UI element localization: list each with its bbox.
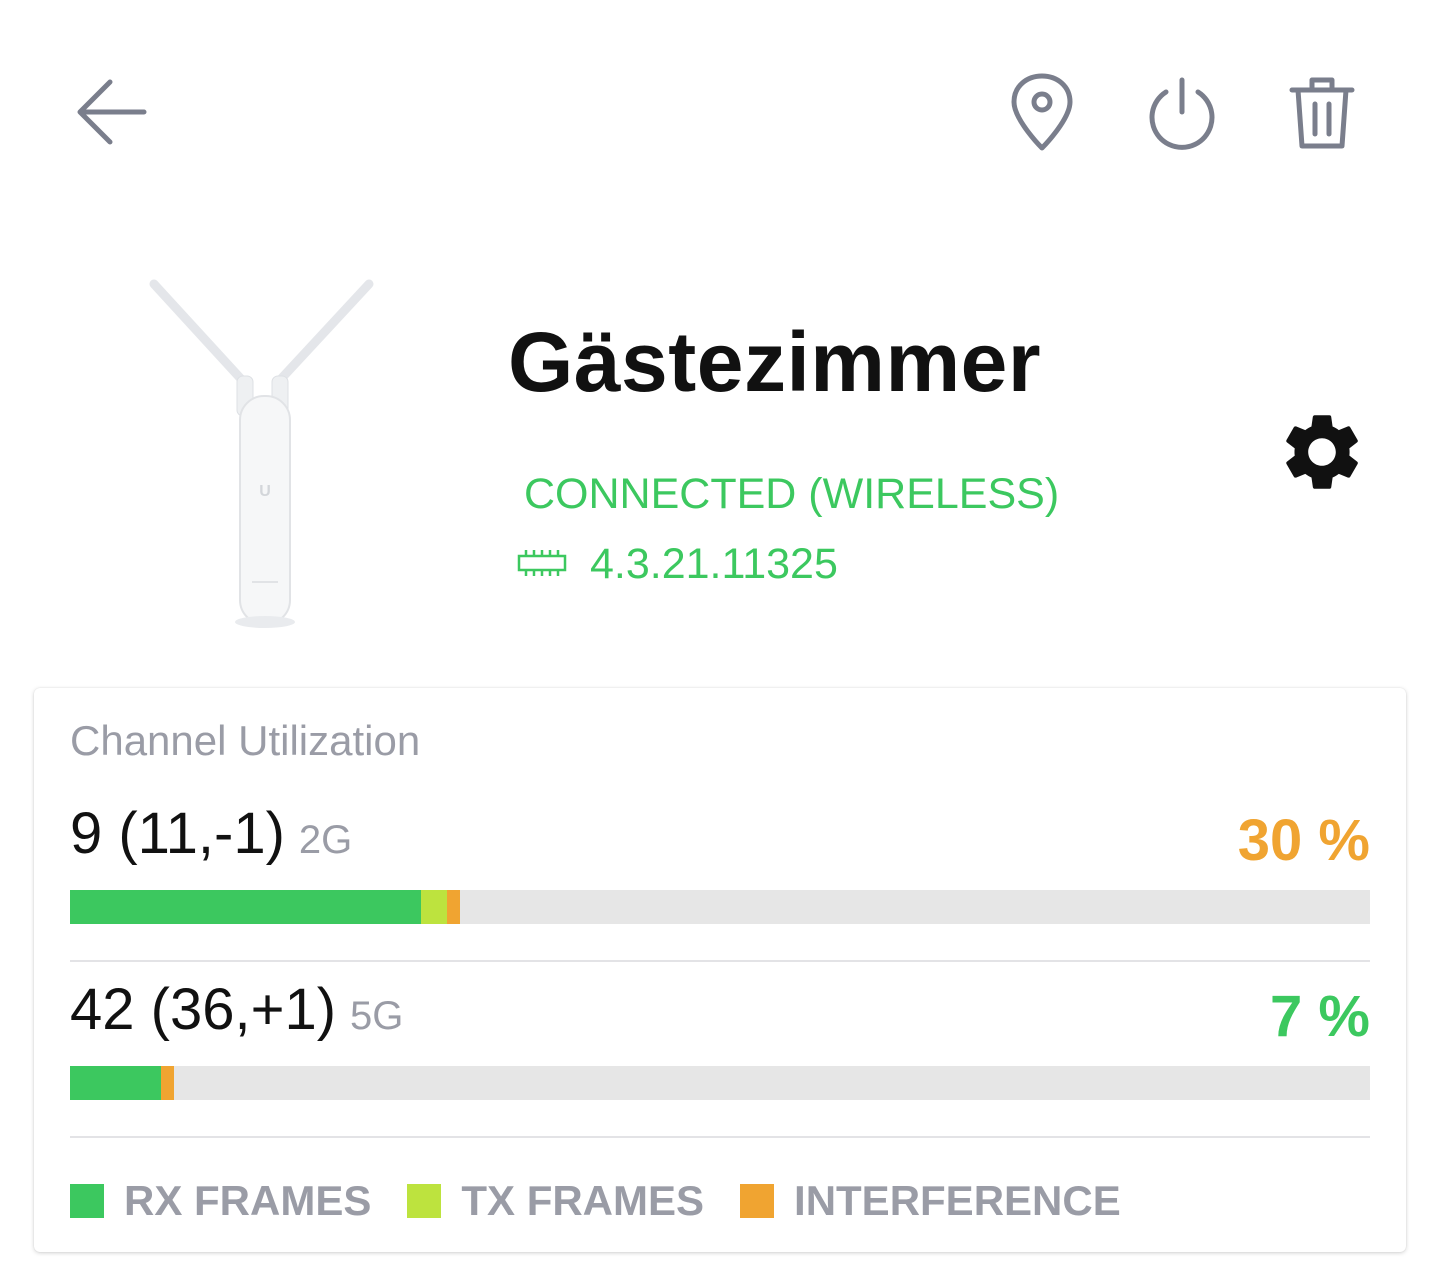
svg-text:U: U (259, 483, 271, 500)
trash-icon (1289, 77, 1355, 149)
utilization-bar (70, 890, 1370, 924)
legend-item-interference: INTERFERENCE (740, 1176, 1121, 1226)
access-point-image: U (149, 279, 374, 628)
card-title: Channel Utilization (70, 717, 421, 764)
utilization-percent: 7 % (1270, 984, 1370, 1049)
arrow-left-icon (77, 79, 147, 145)
firmware-version-row: 4.3.21.11325 (516, 538, 838, 590)
legend: RX FRAMES TX FRAMES INTERFERENCE (70, 1176, 1370, 1226)
interference-swatch (740, 1184, 775, 1218)
utilization-percent: 30 % (1237, 808, 1370, 873)
chip-icon (517, 550, 567, 576)
device-name: Gästezimmer (508, 315, 1042, 409)
back-button[interactable] (70, 72, 154, 152)
channel-label: 9 (11,-1) 2G (70, 786, 352, 888)
legend-item-tx: TX FRAMES (407, 1176, 704, 1226)
divider (70, 1136, 1370, 1138)
locate-device-button[interactable] (1000, 70, 1084, 154)
legend-item-rx: RX FRAMES (70, 1176, 371, 1226)
channel-number: 42 (36,+1) (70, 977, 337, 1042)
rx-frames-segment (70, 890, 421, 924)
tx-swatch (407, 1184, 442, 1218)
band-label: 2G (298, 818, 353, 862)
tx-frames-segment (421, 890, 447, 924)
power-icon (1149, 77, 1215, 150)
interference-segment (161, 1066, 174, 1100)
gear-icon (1286, 415, 1358, 489)
rx-frames-segment (70, 1066, 161, 1100)
firmware-version: 4.3.21.11325 (590, 540, 838, 588)
legend-label: RX FRAMES (124, 1177, 372, 1224)
band-label: 5G (350, 994, 404, 1038)
channel-label: 42 (36,+1) 5G (70, 962, 403, 1064)
legend-label: TX FRAMES (461, 1177, 705, 1224)
rx-swatch (70, 1184, 104, 1218)
interference-segment (447, 890, 460, 924)
top-app-bar (0, 0, 1440, 220)
delete-device-button[interactable] (1280, 70, 1364, 154)
map-pin-icon (1011, 73, 1073, 151)
device-settings-button[interactable] (1272, 402, 1372, 502)
channel-utilization-card: Channel Utilization 9 (11,-1) 2G 30 % 42 … (34, 688, 1406, 1252)
connection-status: CONNECTED (WIRELESS) (524, 470, 1060, 518)
channel-number: 9 (11,-1) (70, 801, 285, 866)
utilization-bar (70, 1066, 1370, 1100)
legend-label: INTERFERENCE (794, 1177, 1121, 1224)
restart-device-button[interactable] (1140, 70, 1224, 154)
